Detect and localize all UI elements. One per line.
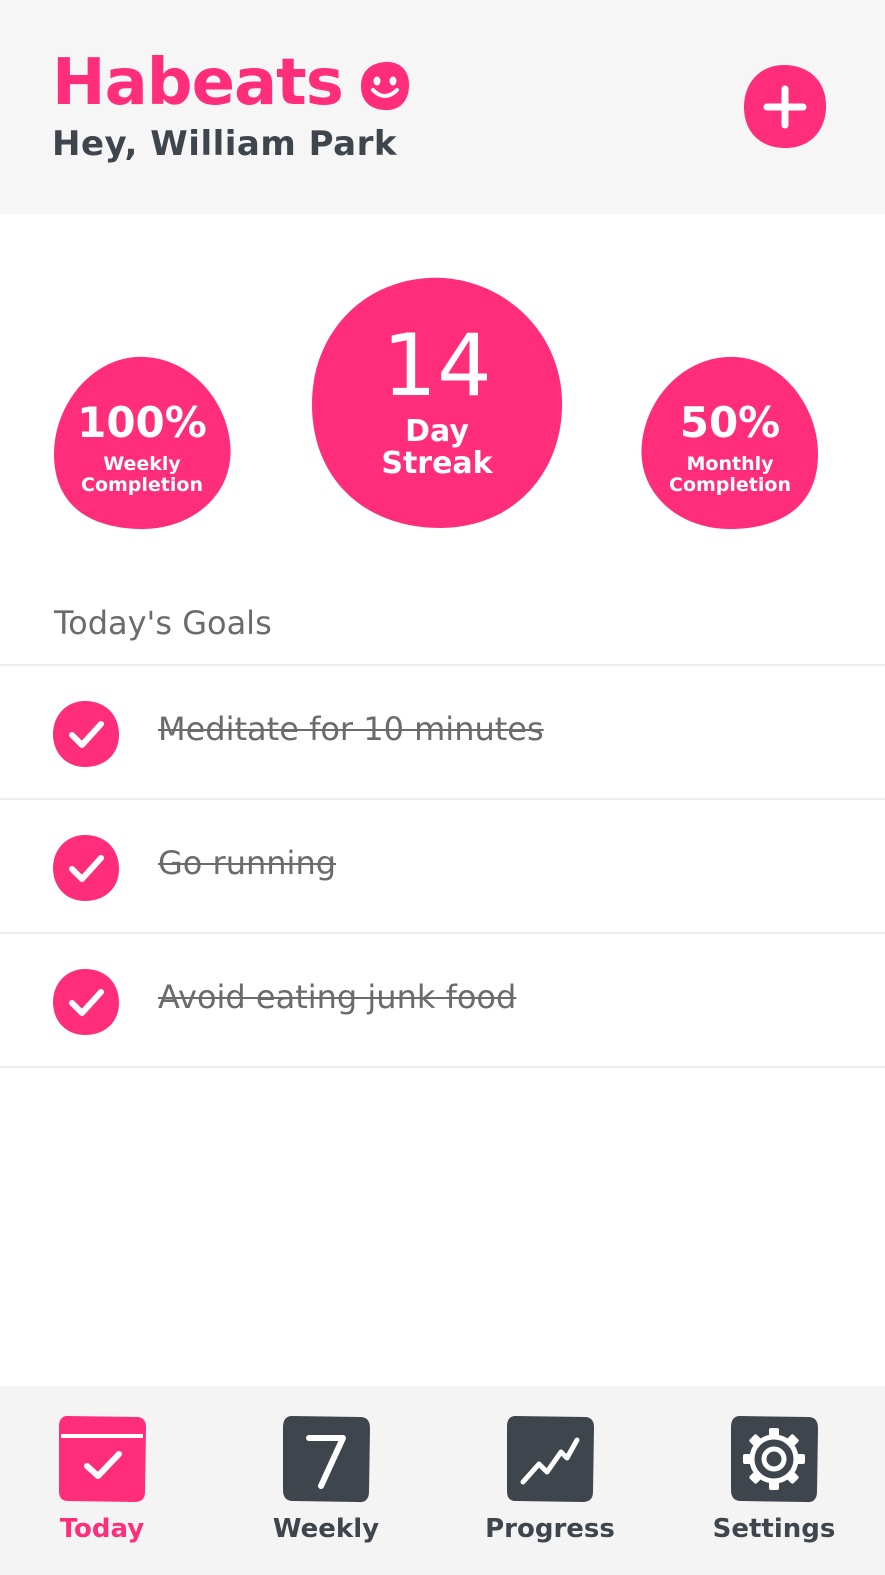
goal-item[interactable]: Avoid eating junk food [0,932,885,1068]
trend-chart-icon [505,1414,595,1504]
plus-icon [744,64,827,149]
tab-today-label: Today [59,1514,145,1544]
weekly-completion-label: Weekly Completion [81,453,203,496]
tab-weekly-label: Weekly [272,1514,380,1544]
checkmark-icon[interactable] [52,700,120,768]
app-header: Habeats Hey, William Park [0,0,885,214]
tab-progress[interactable]: Progress [460,1414,640,1564]
todays-goals-heading: Today's Goals [54,604,272,642]
calendar-seven-icon [281,1414,371,1504]
stats-panel: 100% Weekly Completion 14 Day Streak 50%… [0,214,885,554]
monthly-completion-stat: 50% Monthly Completion [640,354,820,530]
goal-label: Go running [158,844,337,882]
day-streak-label: Day Streak [381,414,493,481]
gear-icon [729,1414,819,1504]
calendar-check-icon [57,1414,147,1504]
tab-settings-label: Settings [712,1514,836,1544]
greeting-text: Hey, William Park [52,124,397,164]
weekly-completion-value: 100% [77,398,207,447]
tab-progress-label: Progress [485,1514,615,1544]
goal-list: Meditate for 10 minutes Go running Avoid… [0,664,885,1068]
day-streak-value: 14 [382,316,492,416]
bottom-tab-bar: Today Weekly Progress Settings [0,1386,885,1575]
app-logo-text: Habeats [52,46,344,120]
goal-item[interactable]: Go running [0,798,885,932]
tab-today[interactable]: Today [12,1414,192,1564]
goal-item[interactable]: Meditate for 10 minutes [0,664,885,798]
checkmark-icon[interactable] [52,968,120,1036]
tab-weekly[interactable]: Weekly [236,1414,416,1564]
tab-settings[interactable]: Settings [684,1414,864,1564]
checkmark-icon[interactable] [52,834,120,902]
monthly-completion-label: Monthly Completion [669,453,791,496]
goal-label: Meditate for 10 minutes [158,710,544,748]
weekly-completion-stat: 100% Weekly Completion [52,354,232,530]
day-streak-stat: 14 Day Streak [310,276,564,530]
monthly-completion-value: 50% [679,398,781,447]
smile-icon [359,60,411,112]
add-habit-button[interactable] [742,64,828,150]
brand: Habeats [52,48,411,118]
goal-label: Avoid eating junk food [158,978,517,1016]
